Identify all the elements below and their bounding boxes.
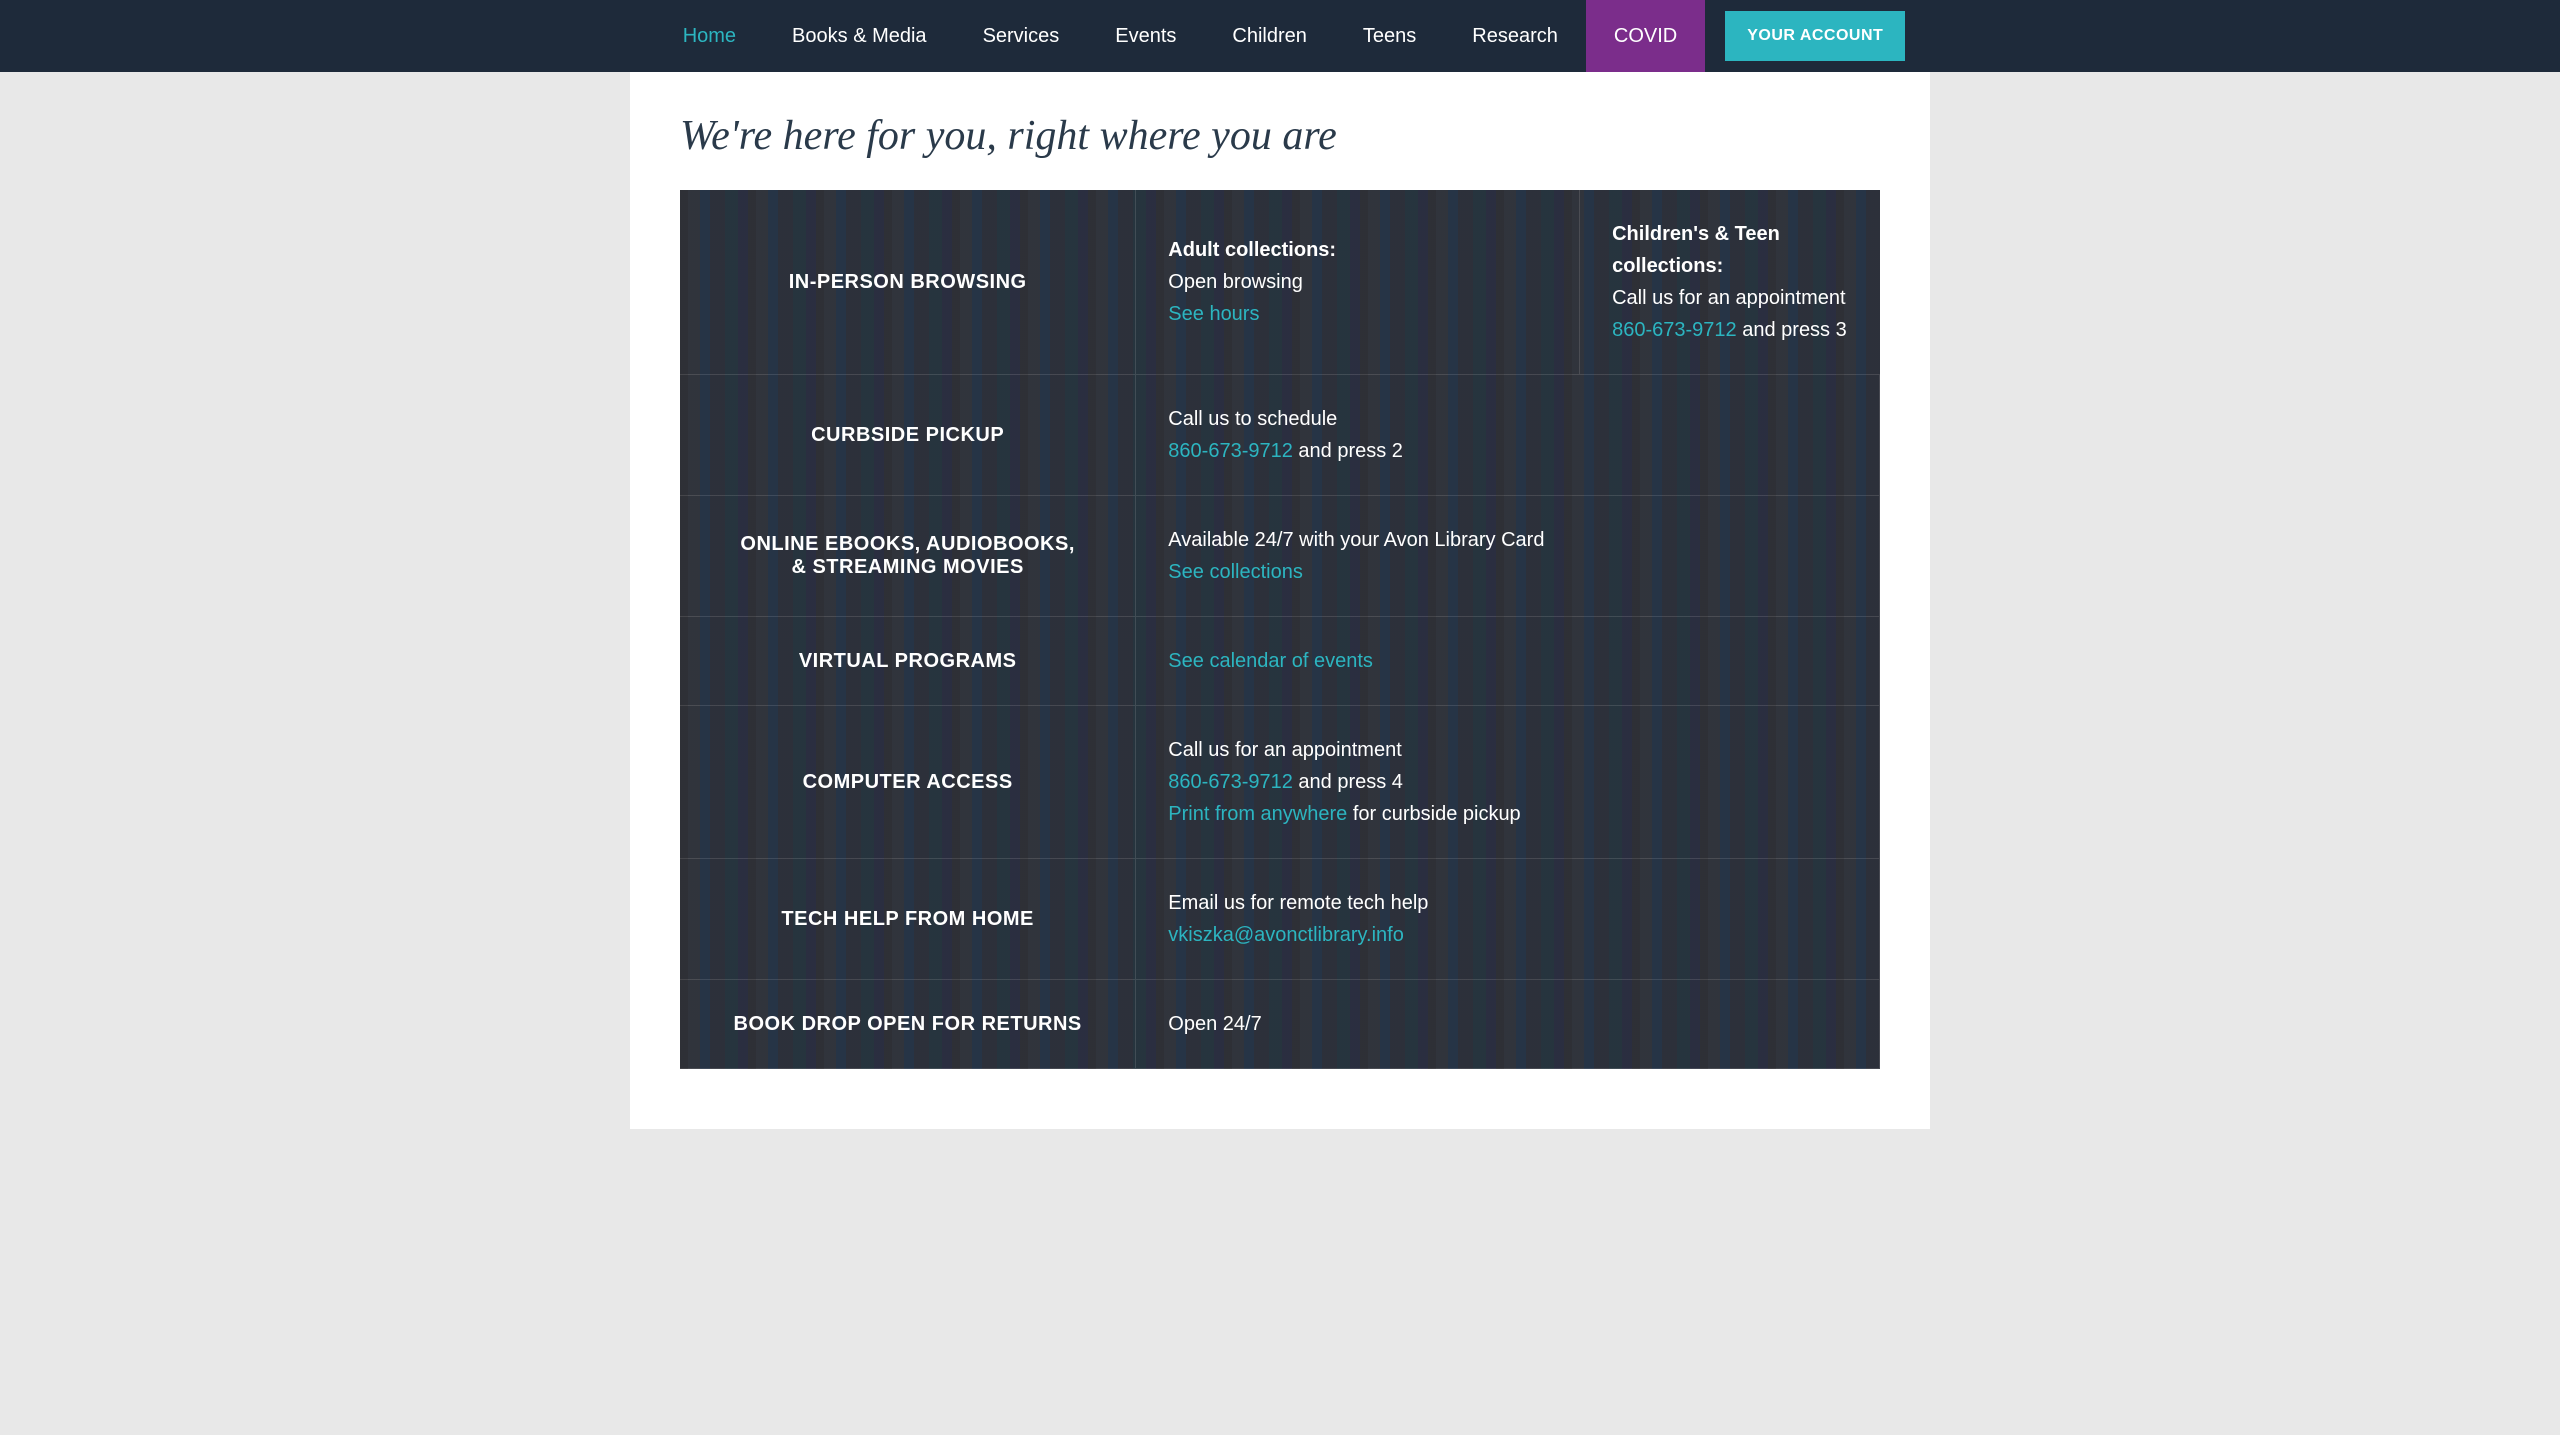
nav-covid[interactable]: COVID (1586, 0, 1705, 72)
row-info-ebooks: Available 24/7 with your Avon Library Ca… (1136, 496, 1880, 617)
table-row: ONLINE EBOOKS, AUDIOBOOKS, & STREAMING M… (680, 496, 1880, 617)
row-info-virtual: See calendar of events (1136, 617, 1880, 706)
see-calendar-link[interactable]: See calendar of events (1168, 650, 1373, 672)
nav-children[interactable]: Children (1204, 0, 1334, 72)
call-schedule-text: Call us to schedule (1168, 408, 1337, 430)
open-24-7-text: Open 24/7 (1168, 1013, 1261, 1035)
row-label-computer: COMPUTER ACCESS (680, 706, 1136, 859)
row-info-bookdrop: Open 24/7 (1136, 980, 1880, 1069)
available-text: Available 24/7 with your Avon Library Ca… (1168, 529, 1544, 551)
print-anywhere-link[interactable]: Print from anywhere (1168, 803, 1347, 825)
main-nav: Home Books & Media Services Events Child… (0, 0, 2560, 72)
table-row: TECH HELP FROM HOME Email us for remote … (680, 859, 1880, 980)
row-info-curbside: Call us to schedule 860-673-9712 and pre… (1136, 375, 1880, 496)
row-label-ebooks: ONLINE EBOOKS, AUDIOBOOKS, & STREAMING M… (680, 496, 1136, 617)
row-label-virtual: VIRTUAL PROGRAMS (680, 617, 1136, 706)
nav-teens[interactable]: Teens (1335, 0, 1444, 72)
children-teen-heading: Children's & Teen collections: (1612, 223, 1780, 277)
table-row: BOOK DROP OPEN FOR RETURNS Open 24/7 (680, 980, 1880, 1069)
see-hours-link[interactable]: See hours (1168, 303, 1259, 325)
services-table: IN-PERSON BROWSING Adult collections: Op… (680, 190, 1880, 1069)
phone-link-2[interactable]: 860-673-9712 (1168, 440, 1293, 462)
email-text: Email us for remote tech help (1168, 892, 1428, 914)
table-row: CURBSIDE PICKUP Call us to schedule 860-… (680, 375, 1880, 496)
email-link[interactable]: vkiszka@avonctlibrary.info (1168, 924, 1404, 946)
row-extra-in-person: Children's & Teen collections: Call us f… (1580, 190, 1880, 375)
your-account-button[interactable]: YOUR ACCOUNT (1725, 11, 1905, 61)
phone-link-3[interactable]: 860-673-9712 (1168, 771, 1293, 793)
table-row: IN-PERSON BROWSING Adult collections: Op… (680, 190, 1880, 375)
row-label-bookdrop: BOOK DROP OPEN FOR RETURNS (680, 980, 1136, 1069)
row-info-tech: Email us for remote tech help vkiszka@av… (1136, 859, 1880, 980)
nav-home[interactable]: Home (655, 0, 764, 72)
nav-services[interactable]: Services (955, 0, 1088, 72)
appointment-text: Call us for an appointment (1612, 287, 1845, 309)
see-collections-link[interactable]: See collections (1168, 561, 1303, 583)
nav-books-media[interactable]: Books & Media (764, 0, 955, 72)
nav-research[interactable]: Research (1444, 0, 1586, 72)
row-label-curbside: CURBSIDE PICKUP (680, 375, 1136, 496)
nav-events[interactable]: Events (1087, 0, 1204, 72)
call-appointment-text: Call us for an appointment (1168, 739, 1401, 761)
table-row: COMPUTER ACCESS Call us for an appointme… (680, 706, 1880, 859)
press-3-text: and press 3 (1737, 319, 1847, 341)
row-info-in-person: Adult collections: Open browsing See hou… (1136, 190, 1580, 375)
row-info-computer: Call us for an appointment 860-673-9712 … (1136, 706, 1880, 859)
press-2-text: and press 2 (1293, 440, 1403, 462)
phone-link-1[interactable]: 860-673-9712 (1612, 319, 1737, 341)
adult-collections-heading: Adult collections: (1168, 239, 1336, 261)
open-browsing-text: Open browsing (1168, 271, 1303, 293)
table-row: VIRTUAL PROGRAMS See calendar of events (680, 617, 1880, 706)
curbside-text: for curbside pickup (1347, 803, 1520, 825)
row-label-tech: TECH HELP FROM HOME (680, 859, 1136, 980)
press-4-text: and press 4 (1293, 771, 1403, 793)
row-label-in-person: IN-PERSON BROWSING (680, 190, 1136, 375)
page-title: We're here for you, right where you are (680, 112, 1880, 160)
main-content: We're here for you, right where you are … (630, 72, 1930, 1129)
